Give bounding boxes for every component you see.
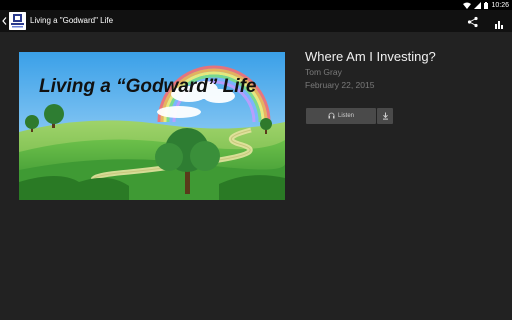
app-bar: Living a "Godward" Life	[0, 10, 512, 32]
download-icon	[382, 107, 389, 125]
stats-icon[interactable]	[494, 16, 504, 29]
sermon-date: February 22, 2015	[305, 80, 375, 90]
battery-icon	[484, 1, 489, 9]
wifi-icon	[463, 2, 472, 9]
status-time: 10:26	[491, 1, 509, 9]
status-bar: 10:26	[0, 0, 512, 10]
sermon-title: Where Am I Investing?	[305, 49, 436, 64]
artwork-title: Living a “Godward” Life	[39, 76, 257, 97]
back-icon[interactable]	[1, 14, 7, 28]
sermon-artwork: Living a “Godward” Life	[19, 52, 285, 200]
app-title: Living a "Godward" Life	[30, 16, 114, 25]
listen-button[interactable]: Listen	[306, 108, 376, 124]
listen-label: Listen	[337, 113, 354, 119]
cellular-signal-icon	[474, 1, 482, 9]
download-button[interactable]	[377, 108, 393, 124]
status-icons: 10:26	[463, 0, 509, 10]
share-icon[interactable]	[467, 15, 479, 28]
speaker-name: Tom Gray	[305, 67, 342, 77]
app-logo[interactable]	[9, 12, 26, 30]
headphones-icon	[328, 112, 335, 121]
